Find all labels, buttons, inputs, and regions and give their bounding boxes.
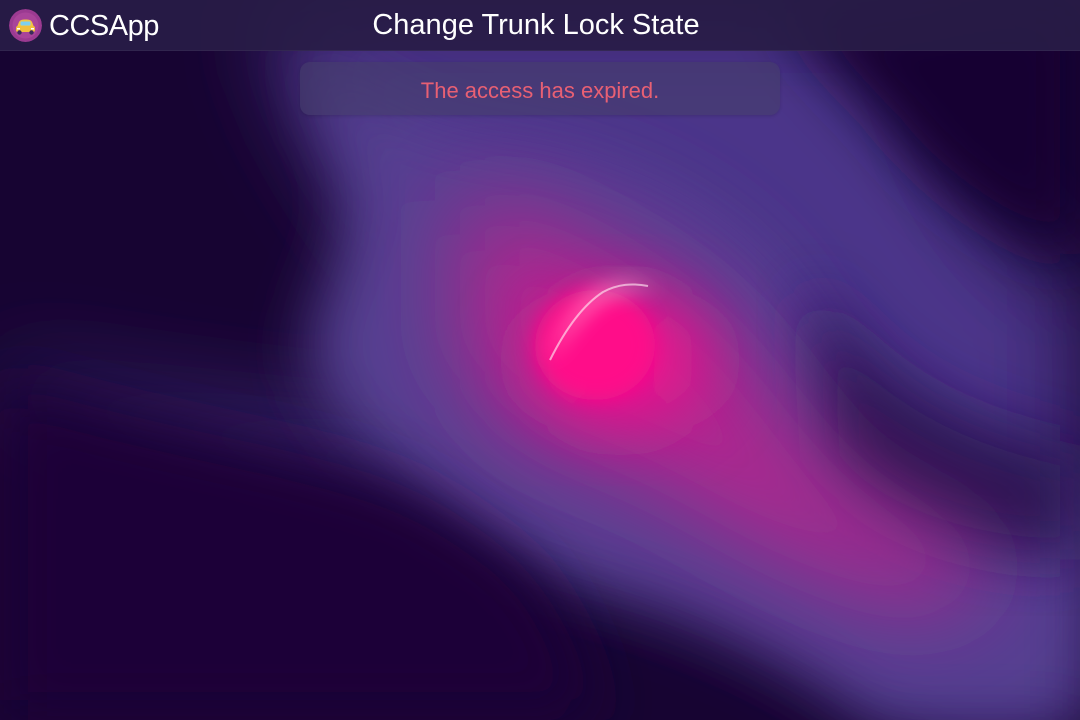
app-screen: CCSApp Change Trunk Lock State The acces… [0, 0, 1080, 720]
error-message: The access has expired. [420, 78, 660, 103]
page-title: Change Trunk Lock State [372, 9, 700, 41]
message-panel: The access has expired. [300, 62, 780, 115]
title-bar: CCSApp Change Trunk Lock State [0, 0, 1080, 51]
